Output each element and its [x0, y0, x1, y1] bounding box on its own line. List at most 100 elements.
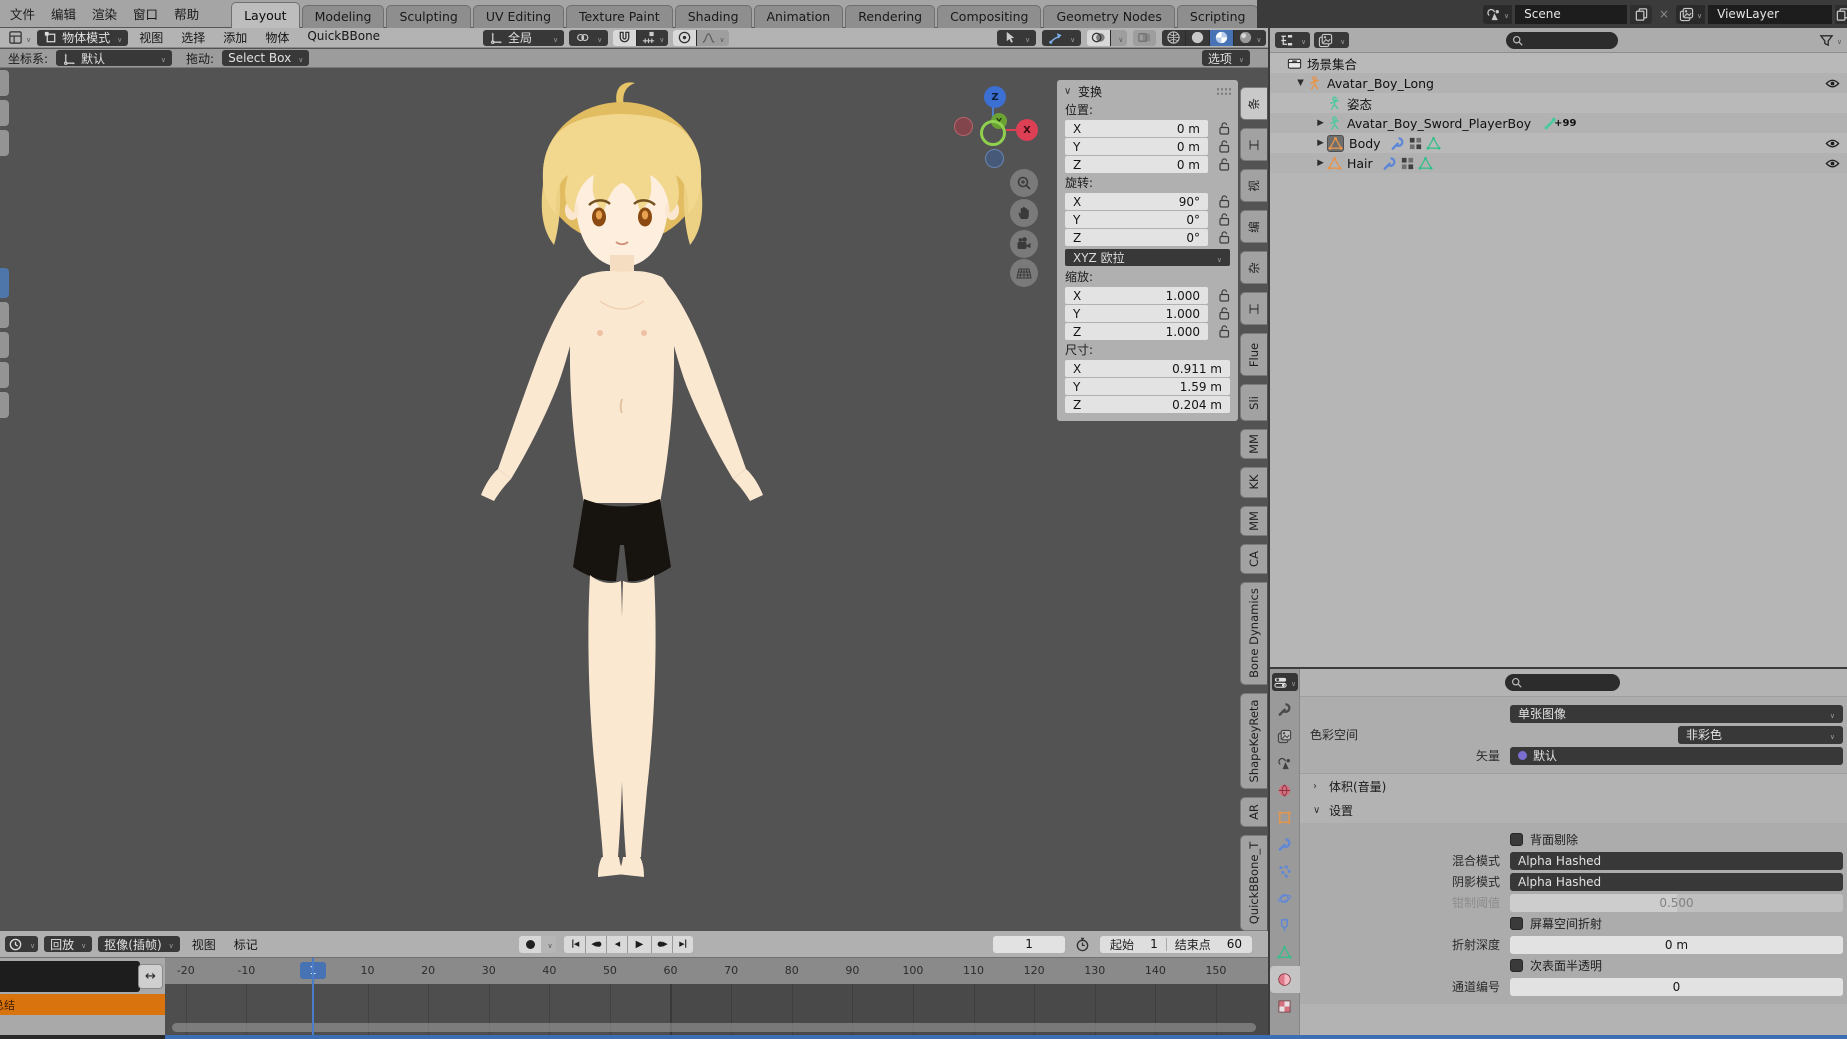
properties-tab-tool[interactable] — [1270, 696, 1300, 723]
outliner-row[interactable]: 场景集合 — [1270, 53, 1847, 73]
scene-selector-button[interactable] — [1483, 5, 1512, 24]
outliner-item-label[interactable]: Avatar_Boy_Sword_PlayerBoy — [1347, 116, 1531, 131]
jump-to-end-button[interactable]: ▶┃ — [672, 936, 693, 953]
workspace-tab[interactable]: Modeling — [302, 5, 385, 28]
selectability-dropdown[interactable] — [997, 30, 1036, 46]
keying-set-dropdown[interactable] — [541, 936, 556, 953]
sidebar-tab[interactable]: 条 — [1240, 87, 1267, 120]
vector-dropdown[interactable]: 默认 — [1510, 747, 1843, 765]
viewlayer-selector-button[interactable] — [1676, 5, 1705, 24]
transform-value-field[interactable]: Z1.000 — [1065, 323, 1208, 340]
editor-type-button[interactable] — [4, 30, 35, 46]
play-backward-button[interactable]: ◀ — [606, 936, 627, 953]
modifier-icon[interactable] — [1408, 136, 1423, 151]
proportional-edit-toggle[interactable] — [673, 30, 696, 46]
toolbar-partial-item[interactable] — [0, 362, 9, 388]
properties-search-input[interactable] — [1526, 677, 1604, 689]
timeline-ruler[interactable]: -20-101102030405060708090100110120130140… — [165, 958, 1268, 984]
shading-wireframe-button[interactable] — [1162, 30, 1185, 46]
gizmo-z-axis[interactable]: Z — [984, 86, 1006, 108]
transform-value-field[interactable]: X0.911 m — [1065, 360, 1230, 377]
lock-open-icon[interactable] — [1208, 121, 1230, 136]
xray-toggle[interactable] — [1133, 30, 1156, 46]
toolbar-partial-item[interactable] — [0, 70, 9, 96]
viewport-menu[interactable]: 添加 — [214, 29, 256, 46]
workspace-tab[interactable]: UV Editing — [473, 5, 564, 28]
outliner-row[interactable]: ▼ Avatar_Boy_Long — [1270, 73, 1847, 93]
sidebar-tab[interactable]: QuickBBone_T — [1240, 835, 1267, 931]
viewport-menu[interactable]: QuickBBone — [298, 29, 389, 46]
current-frame-line[interactable] — [312, 958, 314, 1035]
transform-value-field[interactable]: X0 m — [1065, 120, 1208, 137]
properties-tab-modifiers[interactable] — [1270, 831, 1300, 858]
sidebar-tab[interactable]: 工 — [1240, 128, 1267, 161]
transform-value-field[interactable]: Y0° — [1065, 211, 1208, 228]
pan-button[interactable] — [1010, 199, 1038, 227]
jump-to-start-button[interactable]: ┃◀ — [564, 936, 585, 953]
play-button[interactable]: ▶ — [627, 936, 651, 953]
start-frame-value[interactable]: 1 — [1142, 937, 1166, 951]
viewport-menu[interactable]: 选择 — [172, 29, 214, 46]
gizmos-dropdown[interactable] — [1042, 30, 1081, 46]
current-frame-field[interactable]: 1 — [993, 936, 1065, 953]
sidebar-tab[interactable]: AR — [1240, 797, 1267, 827]
transform-value-field[interactable]: Y1.000 — [1065, 305, 1208, 322]
sidebar-tab[interactable]: Bone Dynamics — [1240, 582, 1267, 685]
transform-value-field[interactable]: Y0 m — [1065, 138, 1208, 155]
properties-tab-particles[interactable] — [1270, 858, 1300, 885]
expand-arrow-icon[interactable]: ▶ — [1314, 138, 1327, 148]
outliner-item-label[interactable]: Avatar_Boy_Long — [1327, 76, 1434, 91]
prev-keyframe-button[interactable]: ◀● — [585, 936, 606, 953]
workspace-tab[interactable]: Compositing — [937, 5, 1041, 28]
snap-toggle[interactable] — [613, 30, 636, 46]
clip-threshold-slider[interactable]: 0.500 — [1510, 894, 1843, 912]
sidebar-tab[interactable]: CA — [1240, 544, 1267, 574]
outliner-item-label[interactable]: Hair — [1347, 156, 1373, 171]
sidebar-tab[interactable]: 杂 — [1240, 251, 1267, 284]
properties-editor-type-button[interactable] — [1272, 673, 1298, 691]
workspace-tab[interactable]: Sculpting — [386, 5, 470, 28]
pass-index-field[interactable]: 0 — [1510, 978, 1843, 996]
visibility-eye-icon[interactable] — [1825, 138, 1843, 149]
gizmo-minus-x-axis[interactable] — [954, 117, 973, 136]
lock-open-icon[interactable] — [1208, 306, 1230, 321]
transform-value-field[interactable]: X1.000 — [1065, 287, 1208, 304]
viewlayer-copy-button[interactable] — [1835, 5, 1847, 24]
properties-tab-world[interactable] — [1270, 777, 1300, 804]
outliner-item-label[interactable]: 场景集合 — [1307, 54, 1357, 73]
snap-target-dropdown[interactable] — [636, 30, 668, 46]
timeline-scrollbar[interactable] — [172, 1023, 1256, 1032]
workspace-tab[interactable]: Shading — [675, 5, 752, 28]
transform-value-field[interactable]: Y1.59 m — [1065, 378, 1230, 395]
transform-orientation-dropdown[interactable]: 全局 — [483, 30, 564, 46]
blend-mode-dropdown[interactable]: Alpha Hashed — [1510, 852, 1843, 870]
workspace-tab[interactable]: Animation — [754, 5, 844, 28]
fit-range-button[interactable]: ↔ — [138, 964, 163, 989]
sidebar-tab[interactable]: 编 — [1240, 210, 1267, 243]
backface-culling-checkbox[interactable] — [1510, 833, 1523, 846]
lock-open-icon[interactable] — [1208, 157, 1230, 172]
outliner-filter-button[interactable] — [1819, 33, 1842, 48]
timeline-menu-dropdown[interactable]: 回放 — [44, 936, 92, 952]
visibility-eye-icon[interactable] — [1825, 158, 1843, 169]
rotation-mode-dropdown[interactable]: XYZ 欧拉 — [1065, 249, 1230, 266]
timeline-menu[interactable]: 视图 — [186, 936, 222, 953]
next-keyframe-button[interactable]: ●▶ — [651, 936, 672, 953]
outliner-item-label[interactable]: 姿态 — [1347, 94, 1372, 113]
lock-open-icon[interactable] — [1208, 212, 1230, 227]
mesh-data-icon[interactable] — [1426, 136, 1441, 151]
properties-tab-physics[interactable] — [1270, 885, 1300, 912]
expand-arrow-icon[interactable]: ▶ — [1314, 118, 1327, 128]
viewport-menu[interactable]: 视图 — [130, 29, 172, 46]
drag-grip-icon[interactable] — [1216, 87, 1231, 96]
toolbar-active-tool[interactable] — [0, 268, 9, 298]
expand-arrow-icon[interactable]: ▼ — [1294, 78, 1307, 88]
perspective-toggle-button[interactable] — [1010, 259, 1038, 287]
lock-open-icon[interactable] — [1208, 288, 1230, 303]
lock-open-icon[interactable] — [1208, 194, 1230, 209]
topbar-menu[interactable]: 文件 — [2, 4, 43, 23]
timeline-editor-type-button[interactable] — [5, 936, 38, 952]
expand-arrow-icon[interactable]: ▶ — [1314, 158, 1327, 168]
lock-open-icon[interactable] — [1208, 139, 1230, 154]
overlays-toggle[interactable] — [1087, 30, 1110, 46]
